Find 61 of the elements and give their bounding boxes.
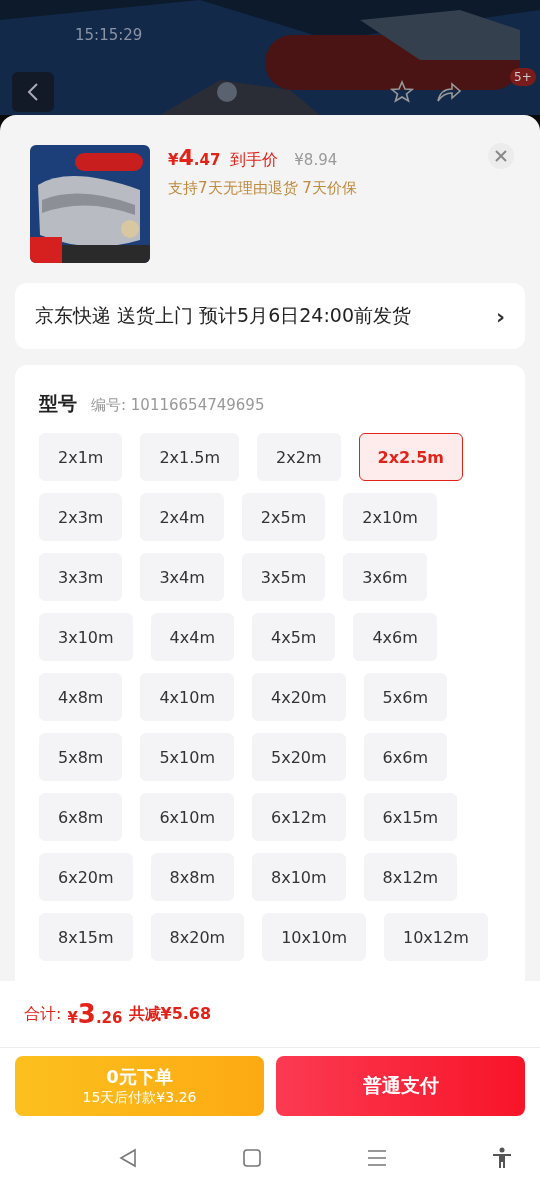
size-option[interactable]: 2x1.5m: [140, 433, 240, 481]
size-option[interactable]: 6x15m: [363, 793, 458, 841]
size-option[interactable]: 4x10m: [140, 673, 234, 721]
size-option[interactable]: 4x8m: [39, 673, 123, 721]
size-option[interactable]: 4x20m: [252, 673, 346, 721]
size-option[interactable]: 8x20m: [150, 913, 245, 961]
size-option[interactable]: 4x5m: [252, 613, 336, 661]
size-option[interactable]: 2x2.5m: [358, 433, 463, 481]
chevron-left-icon: [27, 82, 39, 102]
back-icon[interactable]: [117, 1148, 138, 1168]
deal-price: ¥4.47: [168, 145, 221, 170]
size-option[interactable]: 8x10m: [252, 853, 346, 901]
discount-text: 共减¥5.68: [128, 1003, 212, 1025]
size-option[interactable]: 3x4m: [140, 553, 224, 601]
item-code: 编号: 10116654749695: [91, 396, 265, 415]
accessibility-icon[interactable]: [492, 1147, 513, 1169]
size-option[interactable]: 8x12m: [363, 853, 458, 901]
size-option[interactable]: 3x3m: [39, 553, 123, 601]
status-time: 15:15:29: [75, 26, 143, 44]
back-button[interactable]: [12, 72, 54, 112]
section-title: 型号: [39, 391, 77, 416]
size-option[interactable]: 6x20m: [39, 853, 133, 901]
service-text: 支持7天无理由退货 7天价保: [168, 179, 357, 198]
share-icon[interactable]: [436, 81, 462, 103]
size-option[interactable]: 5x20m: [252, 733, 346, 781]
size-option[interactable]: 2x3m: [39, 493, 123, 541]
original-price: ¥8.94: [294, 151, 338, 169]
size-option[interactable]: 6x12m: [252, 793, 346, 841]
size-option[interactable]: 3x10m: [39, 613, 133, 661]
total-label: 合计:: [24, 1003, 62, 1025]
size-option[interactable]: 10x12m: [383, 913, 488, 961]
total-price: ¥3.26: [67, 999, 123, 1029]
size-option[interactable]: 8x8m: [150, 853, 234, 901]
size-option[interactable]: 5x8m: [39, 733, 123, 781]
size-option[interactable]: 2x2m: [257, 433, 341, 481]
size-option[interactable]: 8x15m: [39, 913, 133, 961]
delivery-card[interactable]: 京东快递 送货上门 预计5月6日24:00前发货 ›: [15, 283, 525, 349]
close-button[interactable]: [488, 143, 514, 169]
size-option[interactable]: 2x10m: [343, 493, 437, 541]
star-icon[interactable]: [390, 80, 414, 104]
pay-button[interactable]: 普通支付: [276, 1056, 525, 1116]
size-option[interactable]: 10x10m: [262, 913, 366, 961]
chevron-icon: ›: [495, 303, 505, 329]
home-icon[interactable]: [243, 1149, 262, 1167]
size-option[interactable]: 5x10m: [140, 733, 234, 781]
size-option[interactable]: 4x4m: [150, 613, 234, 661]
size-option[interactable]: 5x6m: [363, 673, 448, 721]
delivery-text: 京东快递 送货上门 预计5月6日24:00前发货: [35, 303, 411, 328]
size-option[interactable]: 2x5m: [241, 493, 326, 541]
size-option[interactable]: 3x5m: [241, 553, 326, 601]
menu-icon[interactable]: [366, 1149, 387, 1167]
close-icon: [494, 149, 508, 163]
price-label: 到手价: [230, 150, 279, 171]
size-option[interactable]: 4x6m: [353, 613, 437, 661]
size-option[interactable]: 2x4m: [140, 493, 224, 541]
size-option[interactable]: 3x6m: [343, 553, 427, 601]
notification-badge: 5+: [510, 68, 536, 86]
size-option[interactable]: 6x10m: [140, 793, 234, 841]
size-option[interactable]: 2x1m: [39, 433, 123, 481]
size-option[interactable]: 6x6m: [363, 733, 448, 781]
size-option[interactable]: 6x8m: [39, 793, 123, 841]
